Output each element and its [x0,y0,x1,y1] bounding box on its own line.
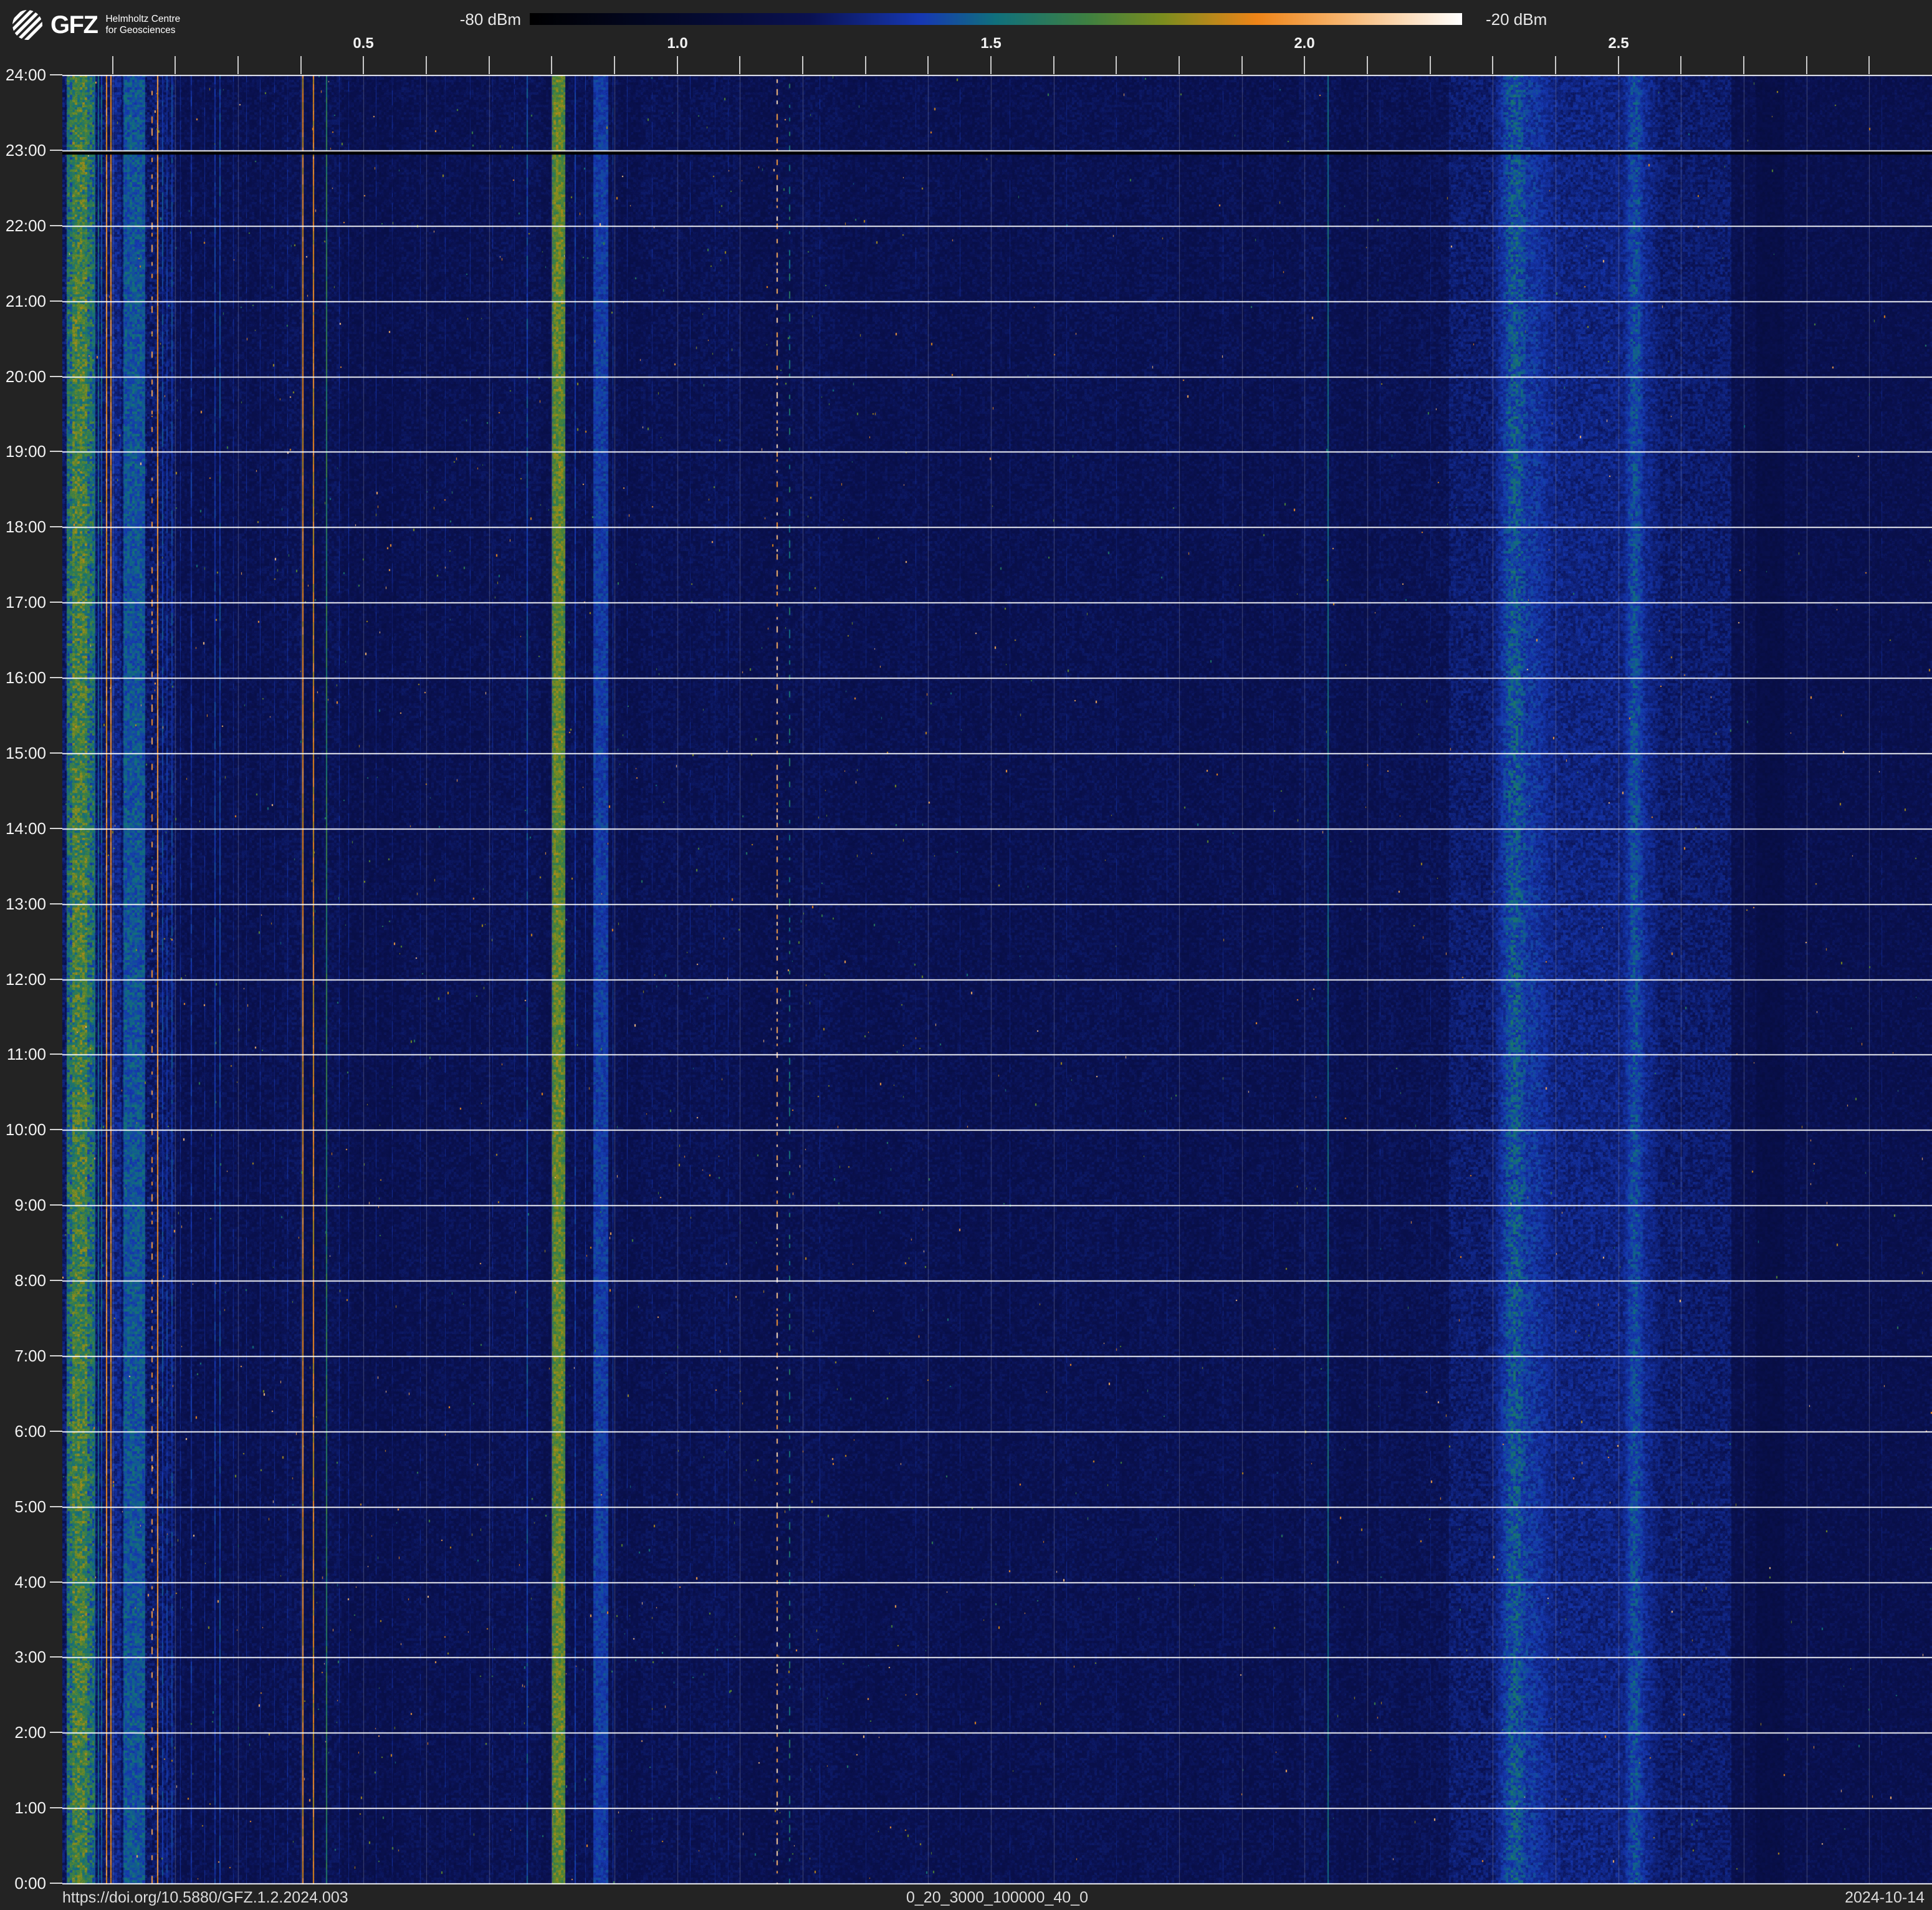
freq-tick [1116,56,1117,74]
time-tick [50,451,62,452]
time-tick-label: 24:00 [0,65,46,84]
freq-tick [1430,56,1431,74]
time-tick [50,752,62,754]
freq-tick-label: 1.0 [649,35,705,54]
freq-tick [551,56,552,74]
time-tick [50,1506,62,1507]
freq-tick [677,56,678,74]
time-tick-label: 4:00 [0,1573,46,1591]
time-tick [50,1053,62,1055]
freq-tick [1179,56,1180,74]
time-tick-label: 3:00 [0,1648,46,1666]
time-tick [50,1431,62,1432]
time-tick-label: 20:00 [0,367,46,386]
spectrogram-page: GFZ Helmholtz Centre for Geosciences -80… [0,0,1932,1910]
freq-tick [1680,56,1681,74]
time-tick-label: 9:00 [0,1196,46,1214]
freq-tick [489,56,490,74]
gfz-tagline: Helmholtz Centre for Geosciences [105,14,180,36]
freq-tick [865,56,866,74]
freq-tick [363,56,364,74]
freq-tick [927,56,929,74]
freq-tick-label: 2.5 [1590,35,1647,54]
freq-tick [300,56,302,74]
freq-tick [1053,56,1054,74]
freq-tick [175,56,176,74]
time-tick [50,1129,62,1130]
time-tick-label: 21:00 [0,292,46,310]
time-tick [50,1883,62,1884]
time-tick [50,602,62,603]
time-tick-label: 19:00 [0,442,46,461]
spectrogram-canvas [62,75,1932,1884]
freq-tick [1743,56,1744,74]
freq-tick-label: 1.5 [963,35,1019,54]
freq-tick [1367,56,1368,74]
freq-tick [112,56,113,74]
time-tick [50,1280,62,1281]
time-tick [50,376,62,377]
time-tick [50,1807,62,1808]
freq-tick [802,56,803,74]
time-tick-label: 5:00 [0,1497,46,1516]
freq-tick-label: 2.0 [1276,35,1332,54]
time-tick-label: 16:00 [0,668,46,687]
time-tick-label: 11:00 [0,1045,46,1063]
freq-tick [1304,56,1305,74]
time-tick [50,74,62,75]
time-tick-label: 2:00 [0,1723,46,1742]
time-tick-label: 0:00 [0,1874,46,1893]
freq-tick [1555,56,1556,74]
time-tick-label: 22:00 [0,216,46,235]
time-tick-label: 23:00 [0,141,46,160]
colorbar-max-label: -20 dBm [1486,9,1547,30]
time-tick [50,828,62,829]
gfz-logo: GFZ Helmholtz Centre for Geosciences [12,10,180,40]
time-tick-label: 10:00 [0,1120,46,1139]
time-tick-label: 1:00 [0,1798,46,1817]
dataset-id: 0_20_3000_100000_40_0 [62,1885,1932,1910]
time-tick-label: 13:00 [0,895,46,913]
colorbar-min-label: -80 dBm [411,9,521,30]
freq-tick [426,56,427,74]
time-tick-label: 8:00 [0,1271,46,1290]
colorbar [530,13,1462,25]
gfz-logo-mark [12,10,42,40]
freq-tick [237,56,239,74]
time-tick [50,300,62,302]
time-tick [50,1581,62,1583]
gfz-brand-text: GFZ [50,11,97,39]
time-tick-label: 15:00 [0,744,46,762]
time-tick [50,1732,62,1733]
date-label: 2024-10-14 [1845,1885,1925,1910]
time-tick-label: 14:00 [0,819,46,838]
freq-tick-label: 0.5 [335,35,391,54]
time-tick [50,526,62,527]
time-tick [50,903,62,905]
freq-tick [1492,56,1493,74]
freq-tick [1868,56,1870,74]
freq-tick [1618,56,1619,74]
time-tick [50,979,62,980]
gfz-tagline-line1: Helmholtz Centre [105,14,180,25]
time-tick [50,1656,62,1658]
time-tick-label: 6:00 [0,1422,46,1441]
freq-tick [1241,56,1243,74]
freq-tick [614,56,615,74]
time-tick [50,1355,62,1356]
freq-tick [739,56,740,74]
time-tick-label: 12:00 [0,970,46,989]
freq-tick [990,56,992,74]
gfz-tagline-line2: for Geosciences [105,25,180,36]
time-tick [50,150,62,151]
time-tick-label: 7:00 [0,1346,46,1365]
time-tick [50,1204,62,1206]
time-tick-label: 18:00 [0,517,46,536]
time-tick [50,677,62,678]
freq-tick [1806,56,1807,74]
time-tick-label: 17:00 [0,593,46,612]
time-tick [50,225,62,226]
